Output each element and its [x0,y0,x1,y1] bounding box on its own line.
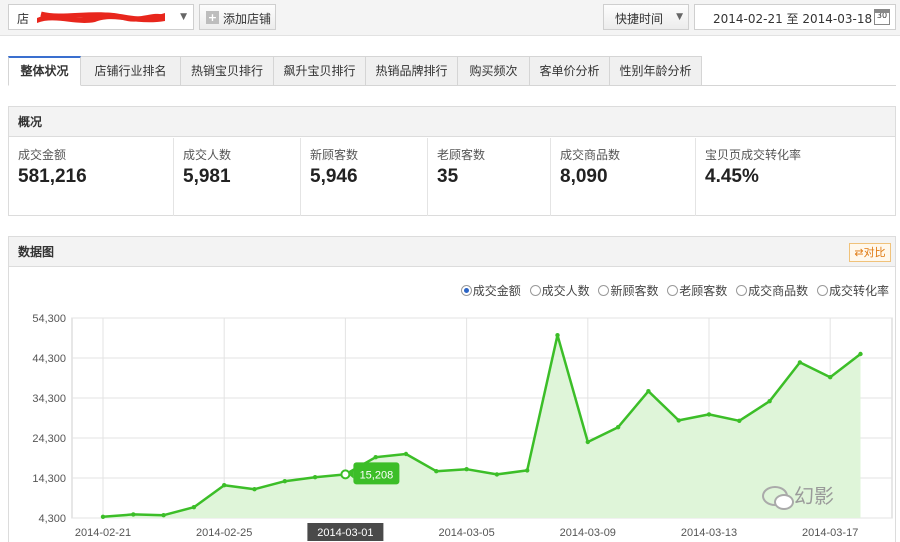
radio-label: 成交转化率 [828,284,889,298]
add-store-label: 添加店铺 [223,12,272,26]
quick-time-select[interactable]: 快捷时间 ▼ [603,4,689,30]
radio-items-sold[interactable]: 成交商品数 [736,282,808,299]
redaction-scribble [37,11,165,23]
radio-dot-icon [816,285,828,296]
watermark: 幻影 [762,480,834,510]
date-range-text: 2014-02-21 至 2014-03-18 [713,12,873,26]
radio-label: 成交商品数 [748,284,809,298]
compare-label: 对比 [863,246,886,259]
metric-label: 宝贝页成交转化率 [705,148,802,162]
radio-label: 成交金额 [472,284,521,298]
metric-label: 成交商品数 [560,148,621,162]
tab-overall[interactable]: 整体状况 [8,56,81,86]
tab-hot-items[interactable]: 热销宝贝排行 [181,56,274,86]
radio-buyers[interactable]: 成交人数 [529,282,590,299]
metric-value: 4.45% [705,166,759,187]
radio-returning-customers[interactable]: 老顾客数 [667,282,727,299]
metric-value: 5,946 [310,166,358,187]
overview-title: 概况 [9,107,895,137]
tab-order-value[interactable]: 客单价分析 [530,56,610,86]
metric-conversion-rate: 宝贝页成交转化率 4.45% [696,138,895,216]
tab-industry-rank[interactable]: 店铺行业排名 [81,56,181,86]
wechat-icon [762,486,794,510]
store-select[interactable]: 店 ▼ [8,4,194,30]
store-select-label: 店 [17,12,30,26]
compare-icon: ⇄ [854,246,864,259]
chart-panel-title: 数据图 [9,237,895,267]
metric-value: 35 [437,166,459,187]
metric-label: 成交金额 [18,148,67,162]
radio-conversion-rate[interactable]: 成交转化率 [816,282,889,299]
metric-items-sold: 成交商品数 8,090 [551,138,696,216]
radio-dot-icon [460,285,472,296]
metric-label: 成交人数 [183,148,232,162]
radio-dot-icon [598,285,610,296]
chevron-down-icon: ▼ [676,12,683,22]
watermark-text: 幻影 [794,484,834,508]
tab-gender-age[interactable]: 性别年龄分析 [610,56,702,86]
metrics-row: 成交金额 581,216 成交人数 5,981 新顾客数 5,946 老顾客数 … [9,138,895,216]
tab-bar: 整体状况 店铺行业排名 热销宝贝排行 飙升宝贝排行 热销品牌排行 购买频次 客单… [8,56,896,86]
radio-label: 成交人数 [541,284,590,298]
tab-purchase-frequency[interactable]: 购买频次 [458,56,530,86]
tab-rising-items[interactable]: 飙升宝贝排行 [274,56,366,86]
metric-value: 581,216 [18,166,87,187]
radio-dot-icon [529,285,541,296]
radio-label: 新顾客数 [610,284,659,298]
metric-radio-group: 成交金额 成交人数 新顾客数 老顾客数 成交商品数 成交转化率 [456,282,889,298]
date-range-input[interactable]: 2014-02-21 至 2014-03-18 30 [694,4,896,30]
quick-time-label: 快捷时间 [615,12,664,26]
metric-buyers: 成交人数 5,981 [174,138,301,216]
metric-label: 老顾客数 [437,148,486,162]
tab-hot-brands[interactable]: 热销品牌排行 [366,56,458,86]
plus-icon: + [206,11,219,24]
metric-returning-customers: 老顾客数 35 [428,138,551,216]
radio-new-customers[interactable]: 新顾客数 [598,282,658,299]
metric-sales-amount: 成交金额 581,216 [9,138,174,216]
radio-dot-icon [667,285,679,296]
radio-sales-amount[interactable]: 成交金额 [460,282,521,299]
metric-label: 新顾客数 [310,148,359,162]
metric-value: 5,981 [183,166,231,187]
metric-new-customers: 新顾客数 5,946 [301,138,428,216]
top-toolbar: 店 ▼ + 添加店铺 快捷时间 ▼ 2014-02-21 至 2014-03-1… [0,0,900,36]
compare-button[interactable]: ⇄对比 [849,243,891,262]
overview-panel: 概况 成交金额 581,216 成交人数 5,981 新顾客数 5,946 老顾… [8,106,896,216]
chevron-down-icon: ▼ [180,12,187,22]
calendar-icon[interactable]: 30 [874,9,890,25]
radio-label: 老顾客数 [679,284,728,298]
metric-value: 8,090 [560,166,608,187]
add-store-button[interactable]: + 添加店铺 [199,4,276,30]
radio-dot-icon [736,285,748,296]
